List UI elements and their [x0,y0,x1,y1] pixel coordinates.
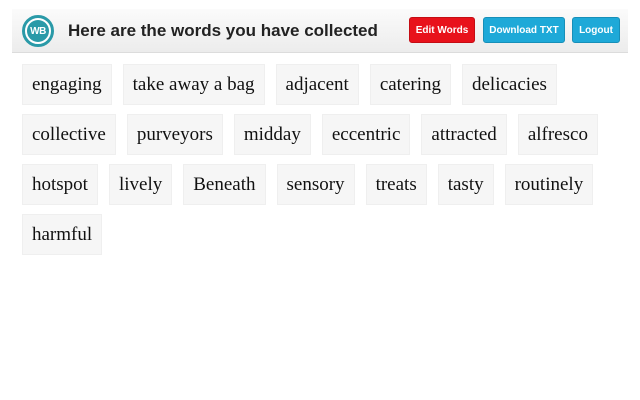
word-chip: purveyors [126,114,223,155]
header-bar: WB Here are the words you have collected… [12,9,628,53]
logo-icon: WB [27,20,49,42]
logo: WB [22,15,54,47]
page-title: Here are the words you have collected [68,21,378,40]
word-chip: alfresco [517,114,598,155]
word-chip: eccentric [321,114,411,155]
word-chip: routinely [504,164,594,205]
word-chip: midday [233,114,311,155]
logout-button[interactable]: Logout [572,17,620,43]
word-chip: attracted [421,114,507,155]
word-chip: adjacent [275,64,359,105]
word-chip: delicacies [462,64,557,105]
word-chip: take away a bag [122,64,265,105]
word-chip: Beneath [183,164,266,205]
edit-words-button[interactable]: Edit Words [409,17,475,43]
word-list: engaging take away a bag adjacent cateri… [22,64,622,255]
word-chip: engaging [22,64,112,105]
download-txt-button[interactable]: Download TXT [483,17,565,43]
word-chip: sensory [276,164,355,205]
word-chip: catering [369,64,451,105]
word-chip: harmful [22,214,103,255]
word-chip: hotspot [22,164,98,205]
word-chip: treats [365,164,427,205]
logo-text: WB [30,25,46,37]
word-chip: collective [22,114,116,155]
word-chip: tasty [437,164,494,205]
word-chip: lively [108,164,173,205]
